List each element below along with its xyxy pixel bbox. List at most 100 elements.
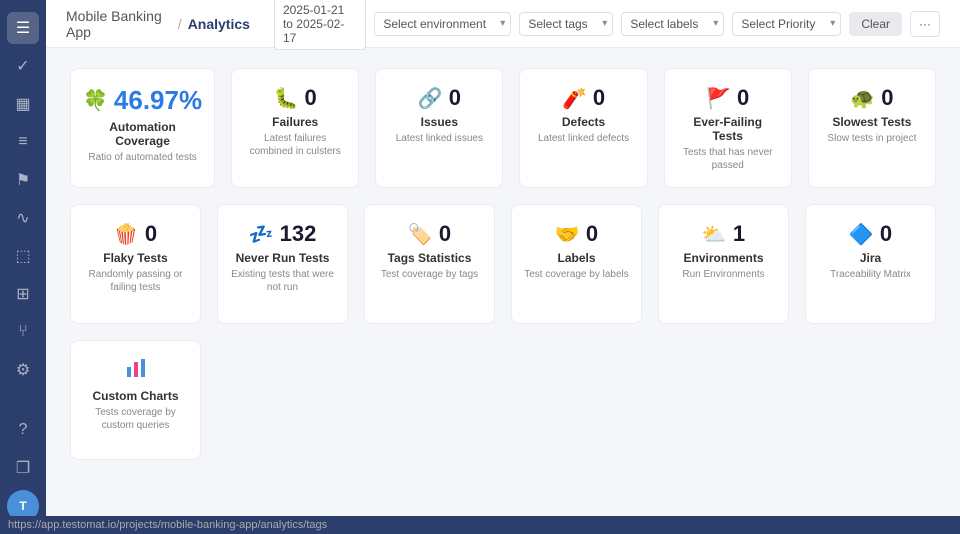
card-value-5: 0	[881, 85, 893, 111]
card-icon-0: 🍀	[83, 88, 108, 113]
analytics-content: 🍀46.97% Automation Coverage Ratio of autom…	[46, 48, 960, 534]
sidebar-icon-pulse[interactable]: ∿	[7, 202, 39, 234]
card-value-2: 0	[439, 221, 451, 247]
card-row3-0[interactable]: Custom Charts Tests coverage by custom qu…	[70, 340, 201, 460]
main-content: Mobile Banking App / Analytics 2025-01-2…	[46, 0, 960, 534]
card-subtitle-4: Tests that has never passed	[677, 146, 779, 172]
environment-filter-wrapper: Select environment	[374, 12, 511, 36]
card-title-5: Jira	[860, 251, 881, 265]
card-title-1: Never Run Tests	[236, 251, 330, 265]
sidebar-icon-grid[interactable]: ⊞	[7, 278, 39, 310]
card-subtitle-2: Test coverage by tags	[381, 268, 478, 281]
card-subtitle-3: Test coverage by labels	[524, 268, 629, 281]
date-range-filter[interactable]: 2025-01-21 to 2025-02-17	[274, 0, 366, 50]
card-title-0: Flaky Tests	[103, 251, 167, 265]
card-subtitle-4: Run Environments	[682, 268, 764, 281]
card-title-0: Automation Coverage	[83, 120, 202, 148]
card-icon-4: ⛅	[702, 222, 727, 247]
clear-button[interactable]: Clear	[849, 12, 902, 36]
card-row1-2[interactable]: 🔗0 Issues Latest linked issues	[375, 68, 503, 188]
card-subtitle-2: Latest linked issues	[396, 132, 483, 145]
sidebar-icon-flag[interactable]: ⚑	[7, 164, 39, 196]
card-icon-0: 🍿	[114, 222, 139, 247]
card-subtitle-5: Traceability Matrix	[830, 268, 911, 281]
sidebar-icon-check[interactable]: ✓	[7, 50, 39, 82]
environment-select[interactable]: Select environment	[374, 12, 511, 36]
row3-cards: Custom Charts Tests coverage by custom qu…	[70, 340, 936, 460]
card-subtitle-0: Tests coverage by custom queries	[83, 406, 188, 432]
card-icon-1: 🐛	[274, 86, 299, 111]
card-icon-3: 🧨	[562, 86, 587, 111]
card-title-2: Tags Statistics	[388, 251, 472, 265]
card-value-1: 132	[280, 221, 317, 247]
card-subtitle-3: Latest linked defects	[538, 132, 629, 145]
card-title-3: Labels	[557, 251, 595, 265]
card-value-3: 0	[593, 85, 605, 111]
card-row2-0[interactable]: 🍿0 Flaky Tests Randomly passing or failing…	[70, 204, 201, 324]
card-row1-3[interactable]: 🧨0 Defects Latest linked defects	[519, 68, 647, 188]
card-value-0: 0	[145, 221, 157, 247]
card-icon-2: 🏷️	[408, 222, 433, 247]
card-row2-3[interactable]: 🤝0 Labels Test coverage by labels	[511, 204, 642, 324]
card-row1-5[interactable]: 🐢0 Slowest Tests Slow tests in project	[808, 68, 936, 188]
card-icon-1: 💤	[249, 222, 274, 247]
sidebar-icon-chart[interactable]: ▦	[7, 88, 39, 120]
labels-filter-wrapper: Select labels	[621, 12, 724, 36]
card-subtitle-5: Slow tests in project	[827, 132, 916, 145]
sidebar-icon-pages[interactable]: ❐	[7, 452, 39, 484]
card-value-3: 0	[586, 221, 598, 247]
sidebar-icon-settings[interactable]: ⚙	[7, 354, 39, 386]
card-value-0: 46.97%	[114, 85, 202, 116]
sidebar-icon-menu[interactable]: ☰	[7, 12, 39, 44]
priority-filter-wrapper: Select Priority	[732, 12, 841, 36]
card-title-0: Custom Charts	[92, 389, 178, 403]
card-row2-5[interactable]: 🔷0 Jira Traceability Matrix	[805, 204, 936, 324]
card-title-4: Ever-Failing Tests	[677, 115, 779, 143]
card-value-4: 1	[733, 221, 745, 247]
row2-cards: 🍿0Flaky TestsRandomly passing or failing…	[70, 204, 936, 324]
row1-cards: 🍀46.97% Automation Coverage Ratio of autom…	[70, 68, 936, 188]
card-subtitle-1: Latest failures combined in culsters	[244, 132, 346, 158]
card-value-2: 0	[449, 85, 461, 111]
card-value-1: 0	[305, 85, 317, 111]
breadcrumb: Mobile Banking App / Analytics	[66, 8, 250, 40]
card-icon-0	[125, 357, 147, 385]
card-value-5: 0	[880, 221, 892, 247]
sidebar-icon-help[interactable]: ?	[7, 414, 39, 446]
card-icon-3: 🤝	[555, 222, 580, 247]
app-name: Mobile Banking App	[66, 8, 172, 40]
card-subtitle-0: Ratio of automated tests	[88, 151, 196, 164]
sidebar: ☰ ✓ ▦ ≡ ⚑ ∿ ⬚ ⊞ ⑂ ⚙ ? ❐ T	[0, 0, 46, 534]
labels-select[interactable]: Select labels	[621, 12, 724, 36]
card-row1-0[interactable]: 🍀46.97% Automation Coverage Ratio of autom…	[70, 68, 215, 188]
card-title-4: Environments	[683, 251, 763, 265]
header-filters: 2025-01-21 to 2025-02-17 Select environm…	[274, 0, 940, 50]
card-icon-5: 🐢	[850, 86, 875, 111]
card-row1-4[interactable]: 🚩0 Ever-Failing Tests Tests that has never…	[664, 68, 792, 188]
breadcrumb-separator: /	[178, 16, 182, 32]
card-subtitle-0: Randomly passing or failing tests	[83, 268, 188, 294]
card-subtitle-1: Existing tests that were not run	[230, 268, 335, 294]
tags-filter-wrapper: Select tags	[519, 12, 613, 36]
sidebar-icon-box[interactable]: ⬚	[7, 240, 39, 272]
sidebar-icon-branch[interactable]: ⑂	[7, 316, 39, 348]
tags-select[interactable]: Select tags	[519, 12, 613, 36]
card-row2-1[interactable]: 💤132 Never Run Tests Existing tests that w…	[217, 204, 348, 324]
sidebar-icon-list[interactable]: ≡	[7, 126, 39, 158]
card-icon-5: 🔷	[849, 222, 874, 247]
card-title-5: Slowest Tests	[832, 115, 911, 129]
header: Mobile Banking App / Analytics 2025-01-2…	[46, 0, 960, 48]
status-bar: https://app.testomat.io/projects/mobile-…	[0, 516, 960, 534]
card-title-2: Issues	[421, 115, 458, 129]
priority-select[interactable]: Select Priority	[732, 12, 841, 36]
card-row2-2[interactable]: 🏷️0 Tags Statistics Test coverage by tags	[364, 204, 495, 324]
more-button[interactable]: ···	[910, 11, 940, 37]
card-title-1: Failures	[272, 115, 318, 129]
card-title-3: Defects	[562, 115, 605, 129]
card-icon-4: 🚩	[706, 86, 731, 111]
card-row1-1[interactable]: 🐛0 Failures Latest failures combined in cu…	[231, 68, 359, 188]
card-row2-4[interactable]: ⛅1 Environments Run Environments	[658, 204, 789, 324]
page-name: Analytics	[188, 16, 250, 32]
card-value-4: 0	[737, 85, 749, 111]
card-icon-2: 🔗	[418, 86, 443, 111]
